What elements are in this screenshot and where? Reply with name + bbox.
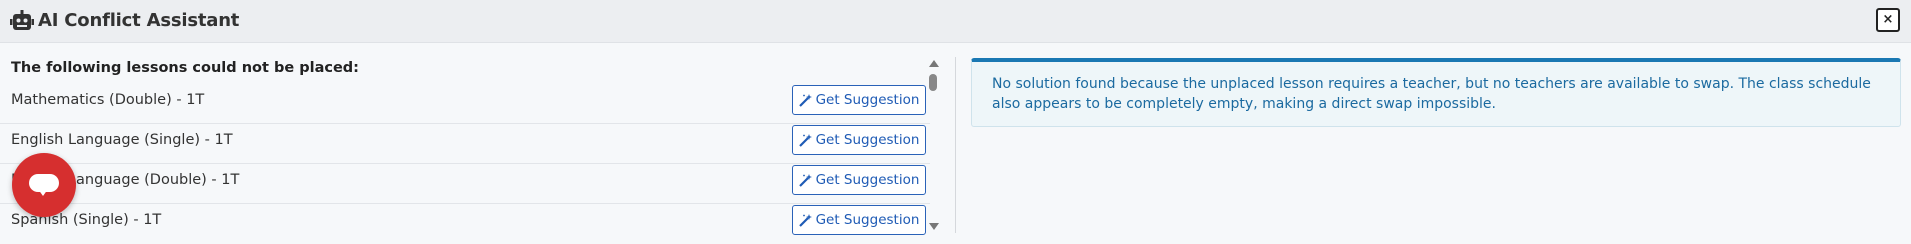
get-suggestion-button[interactable]: Get Suggestion bbox=[792, 85, 926, 115]
magic-wand-icon bbox=[798, 213, 812, 227]
scroll-thumb[interactable] bbox=[929, 74, 937, 91]
lessons-scrollbar[interactable] bbox=[927, 60, 939, 230]
magic-wand-icon bbox=[798, 173, 812, 187]
get-suggestion-label: Get Suggestion bbox=[815, 92, 920, 108]
lesson-row: Mathematics (Double) - 1T Get Suggestion bbox=[0, 84, 930, 124]
get-suggestion-label: Get Suggestion bbox=[815, 212, 920, 228]
lesson-label: English Language (Single) - 1T bbox=[11, 132, 233, 148]
chat-launcher-button[interactable] bbox=[12, 153, 76, 217]
lesson-row: Spanish (Single) - 1T Get Suggestion bbox=[0, 204, 930, 244]
get-suggestion-button[interactable]: Get Suggestion bbox=[792, 165, 926, 195]
dialog-header: AI Conflict Assistant × bbox=[0, 0, 1911, 43]
get-suggestion-label: Get Suggestion bbox=[815, 132, 920, 148]
get-suggestion-button[interactable]: Get Suggestion bbox=[792, 205, 926, 235]
unplaced-lessons-heading: The following lessons could not be place… bbox=[11, 60, 359, 76]
suggestion-result-message: No solution found because the unplaced l… bbox=[992, 76, 1871, 112]
get-suggestion-button[interactable]: Get Suggestion bbox=[792, 125, 926, 155]
scroll-down-arrow-icon[interactable] bbox=[929, 223, 939, 230]
get-suggestion-label: Get Suggestion bbox=[815, 172, 920, 188]
scroll-up-arrow-icon[interactable] bbox=[929, 60, 939, 67]
lesson-label: Mathematics (Double) - 1T bbox=[11, 92, 205, 108]
lesson-row: English Language (Double) - 1T Get Sugge… bbox=[0, 164, 930, 204]
dialog-title: AI Conflict Assistant bbox=[38, 10, 240, 31]
suggestion-result-alert: No solution found because the unplaced l… bbox=[971, 58, 1901, 127]
lesson-row: English Language (Single) - 1T Get Sugge… bbox=[0, 124, 930, 164]
magic-wand-icon bbox=[798, 133, 812, 147]
close-button[interactable]: × bbox=[1876, 8, 1900, 32]
robot-icon bbox=[10, 10, 34, 30]
panel-divider bbox=[955, 57, 956, 233]
magic-wand-icon bbox=[798, 93, 812, 107]
unplaced-lessons-panel: The following lessons could not be place… bbox=[0, 44, 945, 243]
